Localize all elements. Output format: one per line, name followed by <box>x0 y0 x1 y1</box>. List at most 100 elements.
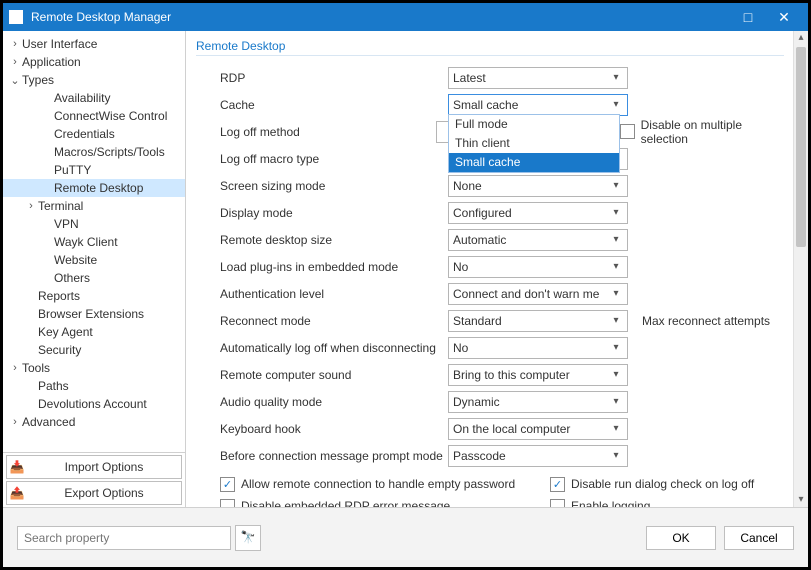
search-input[interactable] <box>17 526 231 550</box>
nav-item-label: PuTTY <box>54 163 179 177</box>
checkbox[interactable]: ✓ <box>550 477 565 492</box>
nav-item-macros-scripts-tools[interactable]: Macros/Scripts/Tools <box>3 143 185 161</box>
footer: 🔭 OK Cancel <box>3 507 808 568</box>
nav-item-remote-desktop[interactable]: Remote Desktop <box>3 179 185 197</box>
nav-item-label: Types <box>22 73 179 87</box>
dropdown-option[interactable]: Small cache <box>449 153 619 172</box>
nav-item-putty[interactable]: PuTTY <box>3 161 185 179</box>
nav-item-connectwise-control[interactable]: ConnectWise Control <box>3 107 185 125</box>
chevron-down-icon: ▾ <box>609 288 623 299</box>
expand-icon: ⌄ <box>9 74 21 87</box>
checkbox[interactable] <box>550 499 565 508</box>
setting-row: Load plug-ins in embedded modeNo▾ <box>220 253 784 280</box>
setting-row: Authentication levelConnect and don't wa… <box>220 280 784 307</box>
setting-select[interactable]: Latest▾ <box>448 67 628 89</box>
chevron-down-icon: ▾ <box>609 396 623 407</box>
select-value: No <box>453 260 609 274</box>
setting-select[interactable]: Small cache▾Full modeThin clientSmall ca… <box>448 94 628 116</box>
select-value: On the local computer <box>453 422 609 436</box>
nav-item-user-interface[interactable]: ›User Interface <box>3 35 185 53</box>
setting-select[interactable]: On the local computer▾ <box>448 418 628 440</box>
sidebar: ›User Interface›Application⌄TypesAvailab… <box>3 31 186 507</box>
chevron-down-icon: ▾ <box>609 423 623 434</box>
setting-label: Remote desktop size <box>220 233 448 247</box>
setting-select[interactable]: Passcode▾ <box>448 445 628 467</box>
expand-icon: › <box>9 416 21 428</box>
setting-label: Reconnect mode <box>220 314 448 328</box>
dropdown-option[interactable]: Thin client <box>449 134 619 153</box>
setting-label: Display mode <box>220 206 448 220</box>
aux-disable-multi: Disable on multiple selection <box>620 118 784 146</box>
checkbox[interactable] <box>220 499 235 508</box>
scroll-down-arrow[interactable]: ▾ <box>794 493 808 507</box>
vertical-scrollbar[interactable]: ▴ ▾ <box>793 31 808 507</box>
select-value: Standard <box>453 314 609 328</box>
export-options-button[interactable]: 📤 Export Options <box>6 481 182 505</box>
chevron-down-icon: ▾ <box>609 342 623 353</box>
chevron-down-icon: ▾ <box>609 234 623 245</box>
setting-select[interactable]: Automatic▾ <box>448 229 628 251</box>
nav-item-types[interactable]: ⌄Types <box>3 71 185 89</box>
nav-item-label: Tools <box>22 361 179 375</box>
setting-select[interactable]: Connect and don't warn me▾ <box>448 283 628 305</box>
expand-icon: › <box>9 56 21 68</box>
nav-item-availability[interactable]: Availability <box>3 89 185 107</box>
nav-item-website[interactable]: Website <box>3 251 185 269</box>
dropdown-option[interactable]: Full mode <box>449 115 619 134</box>
scroll-thumb[interactable] <box>796 47 806 247</box>
nav-item-browser-extensions[interactable]: Browser Extensions <box>3 305 185 323</box>
nav-item-wayk-client[interactable]: Wayk Client <box>3 233 185 251</box>
checkbox-row: Disable embedded RDP error message <box>220 495 550 507</box>
setting-select[interactable]: None▾ <box>448 175 628 197</box>
nav-item-key-agent[interactable]: Key Agent <box>3 323 185 341</box>
cancel-button[interactable]: Cancel <box>724 526 794 550</box>
nav-item-reports[interactable]: Reports <box>3 287 185 305</box>
checkbox-label: Allow remote connection to handle empty … <box>241 477 515 491</box>
setting-row: CacheSmall cache▾Full modeThin clientSma… <box>220 91 784 118</box>
setting-select[interactable]: No▾ <box>448 256 628 278</box>
setting-select[interactable]: Standard▾ <box>448 310 628 332</box>
setting-select[interactable]: Bring to this computer▾ <box>448 364 628 386</box>
nav-item-credentials[interactable]: Credentials <box>3 125 185 143</box>
nav-item-label: Security <box>38 343 179 357</box>
setting-select[interactable]: No▾ <box>448 337 628 359</box>
checkbox[interactable]: ✓ <box>220 477 235 492</box>
nav-item-others[interactable]: Others <box>3 269 185 287</box>
nav-item-application[interactable]: ›Application <box>3 53 185 71</box>
setting-row: Display modeConfigured▾ <box>220 199 784 226</box>
nav-item-advanced[interactable]: ›Advanced <box>3 413 185 431</box>
window-close-button[interactable]: ✕ <box>766 3 802 31</box>
nav-item-label: Remote Desktop <box>54 181 179 195</box>
nav-item-devolutions-account[interactable]: Devolutions Account <box>3 395 185 413</box>
checkbox-row: Enable logging <box>550 495 784 507</box>
search-icon[interactable]: 🔭 <box>235 525 261 551</box>
select-value: Automatic <box>453 233 609 247</box>
window-maximize-button[interactable]: □ <box>730 3 766 31</box>
nav-item-vpn[interactable]: VPN <box>3 215 185 233</box>
setting-select[interactable]: Configured▾ <box>448 202 628 224</box>
dropdown-list: Full modeThin clientSmall cache <box>448 114 620 173</box>
section-title: Remote Desktop <box>196 39 784 53</box>
checkbox[interactable] <box>620 124 634 139</box>
import-options-button[interactable]: 📥 Import Options <box>6 455 182 479</box>
chevron-down-icon: ▾ <box>609 207 623 218</box>
setting-select[interactable]: Dynamic▾ <box>448 391 628 413</box>
nav-item-tools[interactable]: ›Tools <box>3 359 185 377</box>
nav-item-security[interactable]: Security <box>3 341 185 359</box>
setting-row: Screen sizing modeNone▾ <box>220 172 784 199</box>
checkbox-label: Enable logging <box>571 499 650 507</box>
nav-item-paths[interactable]: Paths <box>3 377 185 395</box>
setting-label: Screen sizing mode <box>220 179 448 193</box>
ok-button[interactable]: OK <box>646 526 716 550</box>
import-icon: 📥 <box>7 460 27 474</box>
scroll-up-arrow[interactable]: ▴ <box>794 31 808 45</box>
checkbox-row: ✓Disable run dialog check on log off <box>550 473 784 495</box>
select-value: Bring to this computer <box>453 368 609 382</box>
export-icon: 📤 <box>7 486 27 500</box>
setting-label: Cache <box>220 98 448 112</box>
nav-item-label: Key Agent <box>38 325 179 339</box>
setting-row: Audio quality modeDynamic▾ <box>220 388 784 415</box>
nav-item-terminal[interactable]: ›Terminal <box>3 197 185 215</box>
aux-label: Max reconnect attempts <box>642 314 770 328</box>
setting-row: Remote computer soundBring to this compu… <box>220 361 784 388</box>
